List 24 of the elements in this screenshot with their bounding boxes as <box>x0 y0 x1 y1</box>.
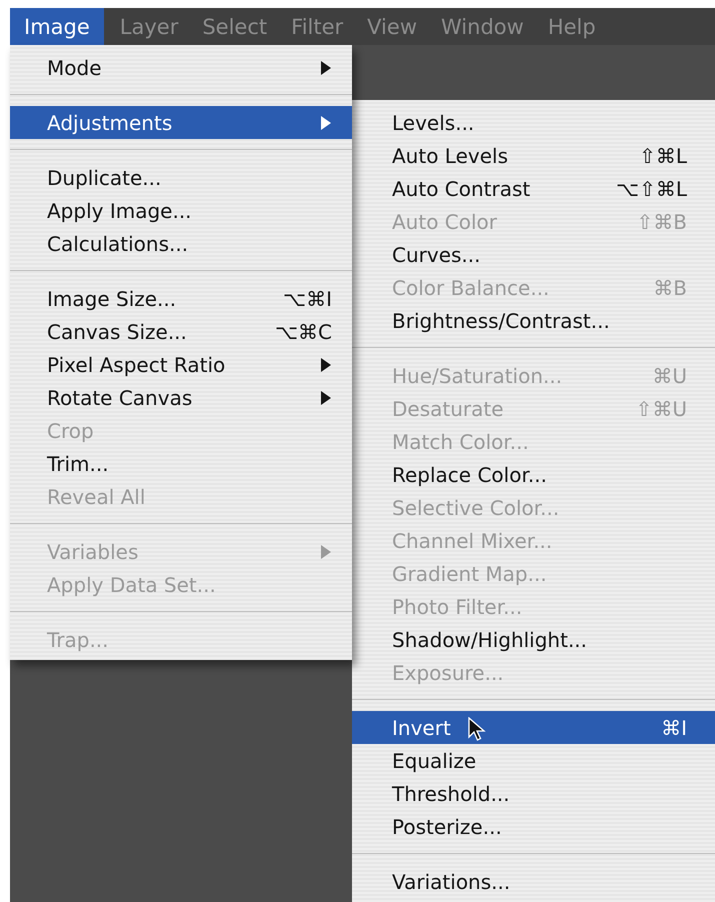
menu-item[interactable]: Threshold... <box>352 777 715 810</box>
menu-item[interactable]: Adjustments <box>10 106 352 139</box>
menu-item[interactable]: Image Size... ⌥⌘I <box>10 282 352 315</box>
menu-item[interactable]: Levels... <box>352 106 715 139</box>
menu-item[interactable]: Auto Levels ⇧⌘L <box>352 139 715 172</box>
menu-item[interactable]: Duplicate... <box>10 161 352 194</box>
menu-item[interactable]: Calculations... <box>10 227 352 260</box>
menu-item[interactable]: Curves... <box>352 238 715 271</box>
menu-item[interactable]: Posterize... <box>352 810 715 843</box>
menu-item[interactable]: Pixel Aspect Ratio <box>10 348 352 381</box>
menu-item[interactable]: Rotate Canvas <box>10 381 352 414</box>
menu-item[interactable]: Invert ⌘I <box>352 711 715 744</box>
mouse-pointer-icon <box>468 717 486 743</box>
menu-item[interactable]: Mode <box>10 51 352 84</box>
menu-title[interactable]: Image <box>10 8 104 45</box>
menu-item[interactable]: Apply Image... <box>10 194 352 227</box>
menu-item[interactable]: Shadow/Highlight... <box>352 623 715 656</box>
menu-item[interactable]: Variations... <box>352 865 715 898</box>
menu-item[interactable]: Canvas Size... ⌥⌘C <box>10 315 352 348</box>
menu-item[interactable]: Auto Contrast ⌥⇧⌘L <box>352 172 715 205</box>
menu-item[interactable]: Trim... <box>10 447 352 480</box>
menu-item[interactable]: Equalize <box>352 744 715 777</box>
menu-item[interactable]: Replace Color... <box>352 458 715 491</box>
menu-item[interactable]: Brightness/Contrast... <box>352 304 715 337</box>
